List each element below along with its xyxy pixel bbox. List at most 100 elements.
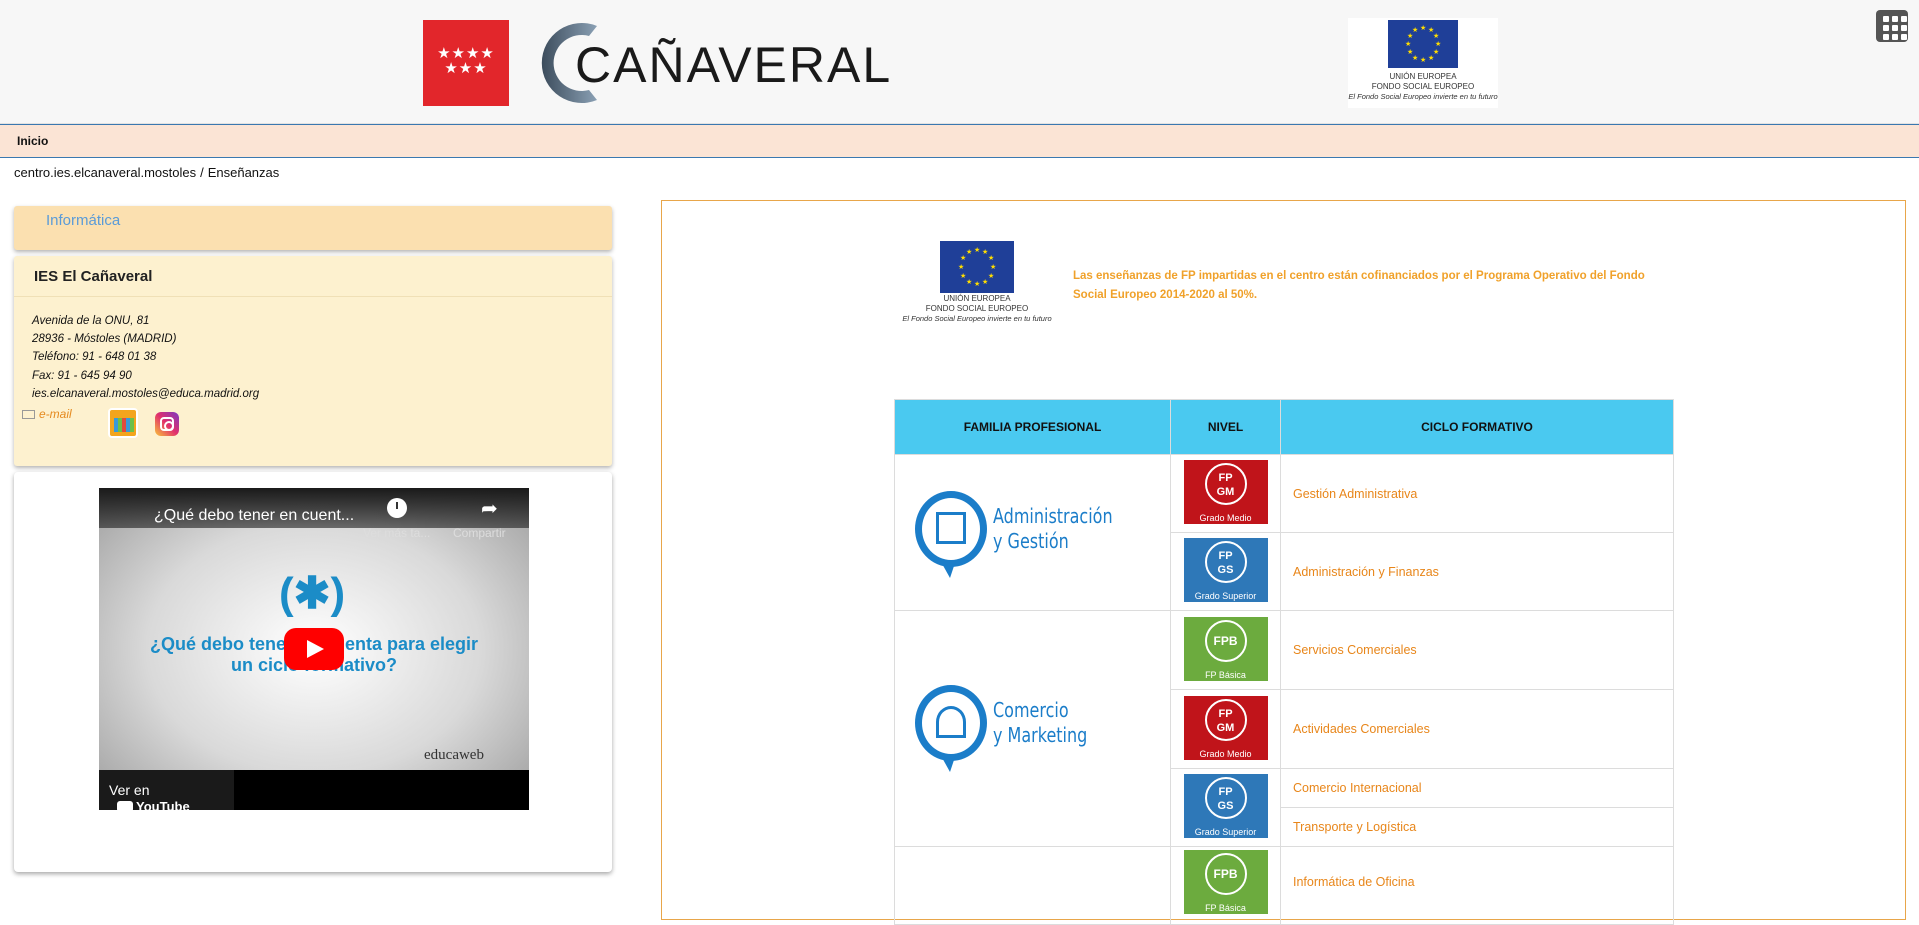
fp-basica-icon: FPB FP Básica — [1183, 850, 1268, 914]
email-link[interactable]: e-mail — [39, 407, 72, 421]
instagram-icon[interactable] — [155, 412, 179, 436]
madrid-stars-icon: ★★★★ ★★★ — [437, 45, 495, 77]
family-admin-line2: y Gestión — [993, 529, 1069, 553]
eu-tagline: El Fondo Social Europeo invierte en tu f… — [1348, 92, 1498, 101]
level-caption: FP Básica — [1205, 903, 1246, 913]
brand-name: CAÑAVERAL — [575, 37, 892, 93]
level-bottom: GM — [1216, 721, 1235, 734]
grado-superior-icon: FP GS Grado Superior — [1183, 538, 1268, 602]
svg-text:★: ★ — [960, 272, 966, 280]
level-cell: FP GS Grado Superior — [1170, 768, 1281, 847]
cycle-link[interactable]: Informática de Oficina — [1280, 846, 1674, 925]
school-title: IES El Cañaveral — [34, 268, 153, 285]
svg-text:★: ★ — [1407, 48, 1413, 56]
svg-text:★: ★ — [974, 280, 980, 288]
breadcrumb-current: Enseñanzas — [207, 165, 280, 180]
admin-family-icon — [915, 491, 987, 578]
school-city: 28936 - Móstoles (MADRID) — [32, 333, 177, 346]
family-comercio-cell: Comercio y Marketing — [894, 610, 1171, 847]
svg-text:★: ★ — [990, 263, 996, 271]
level-caption: Grado Medio — [1199, 513, 1252, 523]
youtube-logo-icon: YouTube — [117, 799, 190, 810]
eu-flag-icon: ★ ★ ★ ★ ★ ★ ★ ★ ★ ★ ★ ★ — [940, 241, 1014, 293]
email-link-row[interactable]: e-mail — [22, 407, 72, 421]
svg-text:★: ★ — [1435, 40, 1441, 48]
level-caption: FP Básica — [1205, 669, 1246, 680]
level-top: FPB — [1204, 619, 1247, 662]
level-caption: Grado Superior — [1194, 827, 1257, 837]
svg-text:★: ★ — [1420, 56, 1426, 64]
canaveral-logo[interactable]: CAÑAVERAL — [527, 18, 972, 108]
svg-text:★: ★ — [1412, 26, 1418, 34]
main-eu-fse-logo: ★ ★ ★ ★ ★ ★ ★ ★ ★ ★ ★ ★ UNIÓN EUROPEA FONDO SOCIA… — [902, 241, 1052, 323]
share-label[interactable]: Compartir — [453, 526, 506, 540]
eu-line1: UNIÓN EUROPEA — [1389, 72, 1457, 81]
site-header: ★★★★ ★★★ CAÑAVERAL ★ ★ ★ ★ ★ ★ ★ ★ ★ ★ ★ ★ UNIÓN … — [0, 0, 1919, 124]
school-email: ies.elcanaveral.mostoles@educa.madrid.or… — [32, 387, 260, 400]
svg-text:★: ★ — [966, 248, 972, 256]
cycle-link[interactable]: Transporte y Logística — [1280, 807, 1674, 847]
header-nivel: NIVEL — [1170, 399, 1281, 455]
level-top: FP — [1218, 550, 1233, 562]
grado-medio-icon: FP GM Grado Medio — [1183, 695, 1268, 760]
school-address: Avenida de la ONU, 81 — [32, 315, 150, 327]
envelope-icon — [22, 410, 35, 420]
cycle-link[interactable]: Gestión Administrativa — [1280, 454, 1674, 533]
watch-later-label[interactable]: Ver más ta... — [363, 526, 430, 540]
educaweb-brand: educaweb — [424, 747, 484, 763]
main-nav: Inicio — [0, 124, 1919, 158]
watch-on-youtube-button[interactable]: Ver enYouTube — [99, 770, 234, 810]
eu-line1: UNIÓN EUROPEA — [943, 294, 1011, 303]
breadcrumb-separator: / — [200, 165, 204, 180]
breadcrumb-site[interactable]: centro.ies.elcanaveral.mostoles — [14, 165, 196, 180]
apps-grid-icon[interactable] — [1876, 10, 1908, 42]
cycle-link[interactable]: Servicios Comerciales — [1280, 610, 1674, 690]
fp-table: FAMILIA PROFESIONAL NIVEL CICLO FORMATIV… — [894, 399, 1674, 925]
eu-line2: FONDO SOCIAL EUROPEO — [925, 304, 1029, 313]
video-title[interactable]: ¿Qué debo tener en cuent... — [154, 507, 354, 525]
comunidad-madrid-logo[interactable]: ★★★★ ★★★ — [423, 20, 509, 106]
family-admin-cell: Administración y Gestión — [894, 454, 1171, 611]
svg-text:★: ★ — [1405, 40, 1411, 48]
svg-text:★: ★ — [988, 272, 994, 280]
level-cell: FP GS Grado Superior — [1170, 532, 1281, 611]
level-top: FP — [1218, 786, 1233, 798]
level-caption: Grado Superior — [1194, 591, 1257, 601]
family-admin-line1: Administración — [993, 504, 1113, 528]
watch-on-label: Ver en — [109, 782, 150, 798]
svg-text:★: ★ — [974, 246, 980, 254]
clock-icon[interactable] — [387, 498, 407, 518]
header-ciclo: CICLO FORMATIVO — [1280, 399, 1674, 455]
cycle-link[interactable]: Administración y Finanzas — [1280, 532, 1674, 611]
family-comercio-line2: y Marketing — [993, 723, 1088, 747]
play-button[interactable] — [284, 628, 344, 670]
school-phone: Teléfono: 91 - 648 01 38 — [32, 351, 157, 364]
svg-text:★: ★ — [958, 263, 964, 271]
level-top: FPB — [1204, 853, 1247, 895]
level-cell: FP GM Grado Medio — [1170, 689, 1281, 769]
youtube-video[interactable]: ¿Qué debo tener en cuent... Ver más ta..… — [99, 488, 529, 810]
level-cell: FP GM Grado Medio — [1170, 454, 1281, 533]
school-info-box: IES El Cañaveral Avenida de la ONU, 81 2… — [14, 256, 612, 466]
level-bottom: GM — [1216, 486, 1235, 498]
level-top: FP — [1218, 472, 1233, 484]
cycle-link[interactable]: Comercio Internacional — [1280, 768, 1674, 808]
school-contact: Avenida de la ONU, 81 28936 - Móstoles (… — [32, 312, 259, 403]
informatica-link[interactable]: Informática — [46, 212, 120, 229]
level-cell: FPB FP Básica — [1170, 846, 1281, 925]
level-bottom: GS — [1217, 800, 1234, 812]
header-familia: FAMILIA PROFESIONAL — [894, 399, 1171, 455]
nav-inicio[interactable]: Inicio — [17, 134, 48, 148]
svg-text:★: ★ — [966, 278, 972, 286]
share-icon[interactable]: ➦ — [481, 496, 498, 521]
grado-superior-icon: FP GS Grado Superior — [1183, 774, 1268, 838]
cycle-link[interactable]: Actividades Comerciales — [1280, 689, 1674, 769]
video-box: ¿Qué debo tener en cuent... Ver más ta..… — [14, 472, 612, 872]
divider — [14, 296, 612, 297]
calendar-app-icon[interactable] — [108, 408, 138, 438]
breadcrumb: centro.ies.elcanaveral.mostoles / Enseñanz… — [14, 165, 283, 180]
svg-text:★: ★ — [1428, 54, 1434, 62]
educaweb-asterisk-icon: (✱) — [279, 569, 346, 618]
eu-fse-logo: ★ ★ ★ ★ ★ ★ ★ ★ ★ ★ ★ ★ UNIÓN EUROPEA FONDO SOCIA… — [1348, 18, 1498, 108]
eu-tagline: El Fondo Social Europeo invierte en tu f… — [902, 314, 1052, 323]
